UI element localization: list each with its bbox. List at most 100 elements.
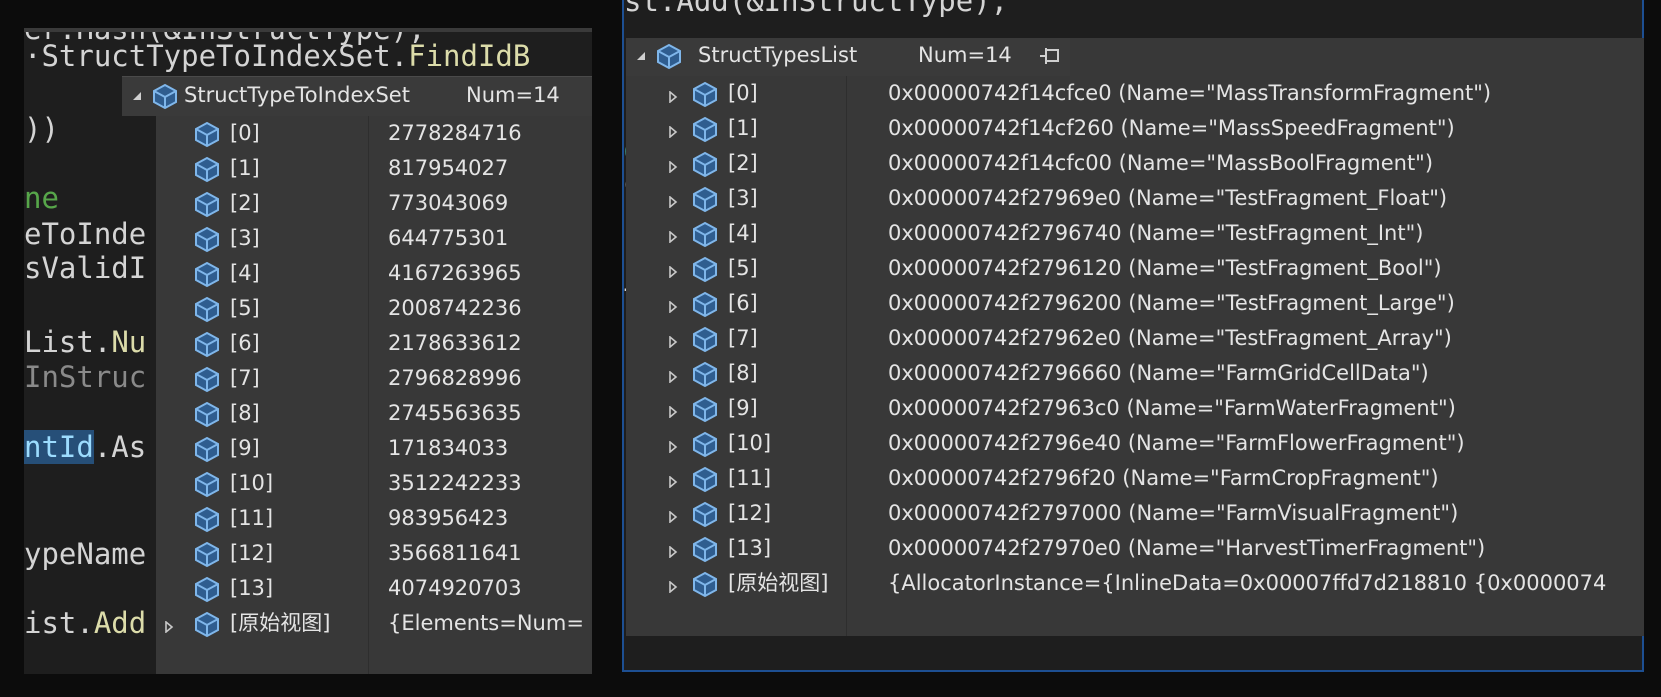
watch-row-name: [2]: [230, 191, 260, 215]
watch-row-name: [12]: [230, 541, 274, 565]
watch-row-value: 0x00000742f2796660 (Name="FarmGridCellDa…: [888, 361, 1429, 385]
watch-row-value: 3566811641: [388, 541, 522, 565]
watch-row-name: [11]: [230, 506, 274, 530]
watch-row-name: [2]: [728, 151, 758, 175]
watch-variable-name: StructTypeToIndexSet: [184, 83, 410, 107]
expand-arrow-icon[interactable]: [668, 543, 678, 559]
code-line: ne: [24, 183, 59, 213]
watch-row[interactable]: [2] 773043069: [156, 186, 592, 223]
cube-icon: [690, 114, 720, 144]
watch-row-name: [13]: [230, 576, 274, 600]
expand-arrow-icon[interactable]: [668, 263, 678, 279]
watch-row[interactable]: [10] 3512242233: [156, 466, 592, 503]
watch-row-name: [5]: [230, 296, 260, 320]
expand-arrow-icon[interactable]: [668, 438, 678, 454]
watch-row-value: 2796828996: [388, 366, 522, 390]
watch-row[interactable]: [6] 2178633612: [156, 326, 592, 363]
code-token: FindIdB: [408, 39, 531, 73]
watch-row[interactable]: [6] 0x00000742f2796200 (Name="TestFragmen…: [660, 286, 1644, 323]
watch-variable-value: Num=14: [466, 83, 560, 107]
expand-arrow-icon[interactable]: [668, 228, 678, 244]
expand-arrow-icon[interactable]: [668, 158, 678, 174]
watch-row[interactable]: [8] 2745563635: [156, 396, 592, 433]
watch-row[interactable]: [4] 4167263965: [156, 256, 592, 293]
watch-row[interactable]: [0] 0x00000742f14cfce0 (Name="MassTransfo…: [660, 76, 1644, 113]
expand-arrow-icon[interactable]: [668, 368, 678, 384]
watch-row[interactable]: [5] 2008742236: [156, 291, 592, 328]
watch-row[interactable]: [10] 0x00000742f2796e40 (Name="FarmFlower…: [660, 426, 1644, 463]
watch-row-name: [原始视图]: [728, 571, 829, 595]
watch-popup-header: StructTypesList Num=14: [626, 38, 1070, 76]
watch-row[interactable]: [4] 0x00000742f2796740 (Name="TestFragmen…: [660, 216, 1644, 253]
watch-row[interactable]: [11] 0x00000742f2796f20 (Name="FarmCropFr…: [660, 461, 1644, 498]
cube-icon: [690, 289, 720, 319]
watch-row[interactable]: [9] 171834033: [156, 431, 592, 468]
watch-row-name: [1]: [230, 156, 260, 180]
watch-row-value: 0x00000742f2797000 (Name="FarmVisualFrag…: [888, 501, 1459, 525]
watch-row[interactable]: [13] 0x00000742f27970e0 (Name="HarvestTim…: [660, 531, 1644, 568]
watch-row[interactable]: [原始视图] {AllocatorInstance={InlineData=0x0…: [660, 566, 1644, 603]
collapse-arrow-icon[interactable]: [132, 91, 142, 101]
collapse-arrow-icon[interactable]: [636, 51, 646, 61]
cube-icon: [690, 184, 720, 214]
expand-arrow-icon[interactable]: [668, 473, 678, 489]
watch-row-value: 0x00000742f14cfce0 (Name="MassTransformF…: [888, 81, 1492, 105]
cube-icon: [192, 154, 222, 184]
watch-row[interactable]: [2] 0x00000742f14cfc00 (Name="MassBoolFra…: [660, 146, 1644, 183]
watch-row-name: [3]: [230, 226, 260, 250]
watch-row[interactable]: [0] 2778284716: [156, 116, 592, 153]
watch-row[interactable]: [3] 644775301: [156, 221, 592, 258]
cube-icon: [690, 464, 720, 494]
watch-row[interactable]: [3] 0x00000742f27969e0 (Name="TestFragmen…: [660, 181, 1644, 218]
watch-row[interactable]: [原始视图] {Elements=Num=: [156, 606, 592, 643]
cube-icon: [690, 569, 720, 599]
watch-row-name: [0]: [230, 121, 260, 145]
watch-row[interactable]: [5] 0x00000742f2796120 (Name="TestFragmen…: [660, 251, 1644, 288]
cube-icon: [192, 224, 222, 254]
expand-arrow-icon[interactable]: [668, 123, 678, 139]
watch-row-name: [6]: [728, 291, 758, 315]
cube-icon: [192, 259, 222, 289]
watch-row-name: [4]: [230, 261, 260, 285]
watch-row-name: [6]: [230, 331, 260, 355]
watch-row-name: [7]: [728, 326, 758, 350]
watch-row[interactable]: [7] 0x00000742f27962e0 (Name="TestFragmen…: [660, 321, 1644, 358]
watch-row-value: 3512242233: [388, 471, 522, 495]
expand-arrow-icon[interactable]: [668, 88, 678, 104]
watch-popup-rows: [0] 0x00000742f14cfce0 (Name="MassTransfo…: [660, 76, 1644, 636]
watch-row-value: 0x00000742f2796f20 (Name="FarmCropFragme…: [888, 466, 1439, 490]
watch-row[interactable]: [12] 3566811641: [156, 536, 592, 573]
expand-arrow-icon[interactable]: [668, 193, 678, 209]
watch-row-name: [9]: [230, 436, 260, 460]
watch-row-value: 0x00000742f2796740 (Name="TestFragment_I…: [888, 221, 1424, 245]
watch-row[interactable]: [13] 4074920703: [156, 571, 592, 608]
watch-row[interactable]: [1] 817954027: [156, 151, 592, 188]
pin-icon[interactable]: [1038, 46, 1060, 66]
watch-row-name: [3]: [728, 186, 758, 210]
watch-row-name: [原始视图]: [230, 611, 331, 635]
watch-row-value: 4074920703: [388, 576, 522, 600]
expand-arrow-icon[interactable]: [164, 618, 174, 634]
expand-arrow-icon[interactable]: [668, 508, 678, 524]
cube-icon: [690, 429, 720, 459]
watch-row[interactable]: [11] 983956423: [156, 501, 592, 538]
watch-row[interactable]: [7] 2796828996: [156, 361, 592, 398]
expand-arrow-icon[interactable]: [668, 403, 678, 419]
watch-row-value: {Elements=Num=: [388, 611, 584, 635]
expand-arrow-icon[interactable]: [668, 333, 678, 349]
watch-row-value: 817954027: [388, 156, 509, 180]
expand-arrow-icon[interactable]: [668, 298, 678, 314]
watch-row-value: 0x00000742f2796200 (Name="TestFragment_L…: [888, 291, 1455, 315]
watch-row[interactable]: [12] 0x00000742f2797000 (Name="FarmVisual…: [660, 496, 1644, 533]
watch-row-value: 983956423: [388, 506, 509, 530]
code-token: ntId: [24, 430, 94, 464]
watch-row-value: 0x00000742f27962e0 (Name="TestFragment_A…: [888, 326, 1452, 350]
expand-arrow-icon[interactable]: [668, 578, 678, 594]
watch-row[interactable]: [8] 0x00000742f2796660 (Name="FarmGridCel…: [660, 356, 1644, 393]
cube-icon: [690, 359, 720, 389]
code-token: )): [24, 112, 59, 146]
watch-row[interactable]: [9] 0x00000742f27963c0 (Name="FarmWaterFr…: [660, 391, 1644, 428]
watch-row-value: 0x00000742f2796120 (Name="TestFragment_B…: [888, 256, 1442, 280]
watch-row[interactable]: [1] 0x00000742f14cf260 (Name="MassSpeedFr…: [660, 111, 1644, 148]
watch-row-name: [9]: [728, 396, 758, 420]
